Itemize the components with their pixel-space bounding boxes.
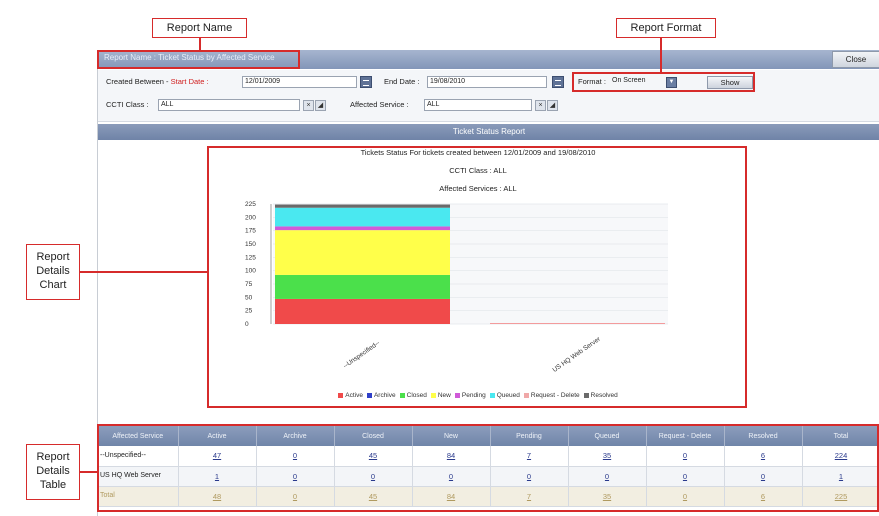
end-date-label: End Date : [384,77,420,86]
start-date-label: Start Date : [170,77,209,86]
ticket-status-report-bar: Ticket Status Report [98,124,879,140]
annotation-connector [660,38,662,72]
affected-service-label: Affected Service : [350,100,409,109]
annotation-report-format: Report Format [616,18,716,38]
affected-service-field[interactable]: ALL [424,99,532,111]
ccti-picker-icon[interactable]: ◢ [315,100,326,111]
start-date-calendar-icon[interactable] [360,76,372,88]
ccti-class-field[interactable]: ALL [158,99,300,111]
annotation-connector [80,271,208,273]
filter-panel: Created Between - Start Date : 12/01/200… [98,70,879,122]
annotation-report-name: Report Name [152,18,247,38]
end-date-field[interactable]: 19/08/2010 [427,76,547,88]
created-between-label: Created Between - Start Date : [106,77,209,86]
screenshot-stage: Report Name : Ticket Status by Affected … [0,0,879,516]
annotation-line: Report [36,451,70,463]
start-date-field[interactable]: 12/01/2009 [242,76,357,88]
annotation-line: Table [39,479,67,491]
table-highlight [97,424,879,512]
ccti-class-label: CCTI Class : [106,100,149,109]
annotation-report-details-chart: Report Details Chart [26,244,80,300]
affected-clear-icon[interactable]: × [535,100,546,111]
annotation-report-details-table: Report Details Table [26,444,80,500]
annotation-line: Details [36,265,70,277]
report-format-highlight [572,72,755,92]
annotation-line: Report [36,251,70,263]
report-name-highlight [97,50,300,69]
end-date-calendar-icon[interactable] [552,76,564,88]
annotation-line: Chart [39,279,67,291]
annotation-connector [80,471,98,473]
affected-picker-icon[interactable]: ◢ [547,100,558,111]
annotation-line: Details [36,465,70,477]
annotation-connector [199,38,201,50]
ccti-clear-icon[interactable]: × [303,100,314,111]
close-button[interactable]: Close [832,51,879,68]
chart-highlight [207,146,747,408]
